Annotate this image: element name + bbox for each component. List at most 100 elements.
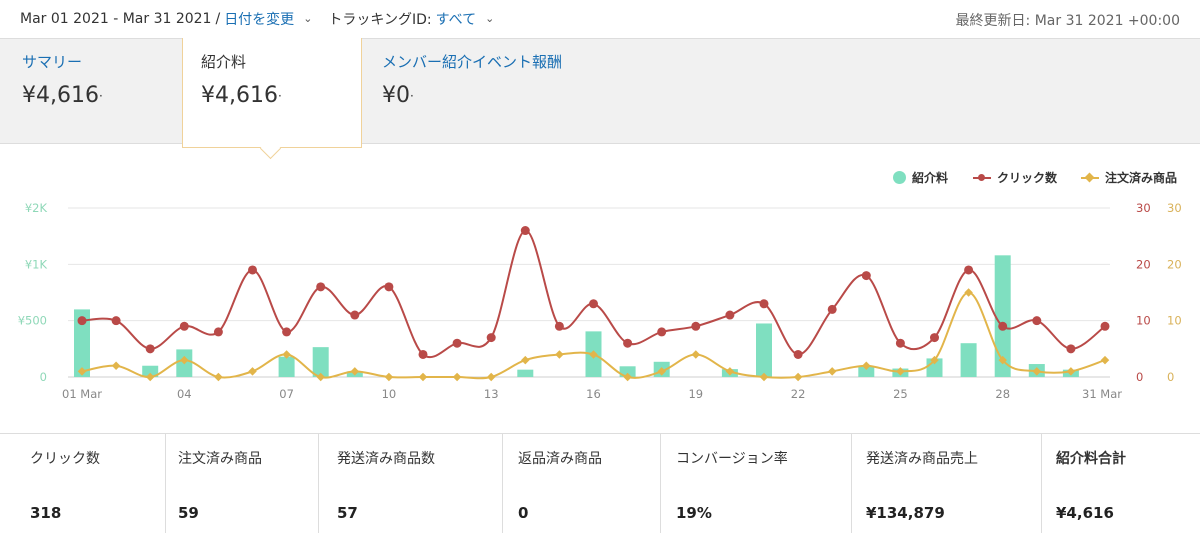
tab-summary-value: ¥4,616· [22, 83, 103, 108]
chevron-down-icon[interactable]: ⌄ [303, 12, 312, 25]
stat-clicks: クリック数 318 [0, 434, 166, 533]
y-right-orders-tick-label: 0 [1167, 370, 1174, 384]
y-left-tick-label: 0 [40, 370, 47, 384]
clicks-point [589, 299, 598, 309]
clicks-point [1032, 316, 1042, 326]
clicks-point [998, 321, 1008, 331]
stat-shipped-items-label: 発送済み商品数 [337, 451, 435, 467]
clicks-point [827, 304, 837, 314]
legend-label-referral-fee: 紹介料 [912, 171, 949, 185]
clicks-point [486, 333, 496, 343]
x-tick-label: 28 [995, 387, 1010, 401]
stat-conversion-rate-label: コンバージョン率 [676, 451, 788, 467]
orders-point [248, 367, 257, 376]
clicks-point [77, 316, 87, 326]
stat-ordered-items: 注文済み商品 59 [166, 434, 319, 533]
y-right-clicks-tick-label: 20 [1136, 257, 1151, 271]
clicks-point [895, 338, 905, 348]
legend-swatch-referral-fee [893, 171, 906, 184]
clicks-point [350, 310, 360, 320]
legend-item-clicks[interactable]: クリック数 [973, 169, 1057, 186]
clicks-point [452, 338, 462, 348]
clicks-point [384, 282, 394, 292]
y-right-orders-tick-label: 20 [1167, 257, 1182, 271]
x-tick-label: 01 Mar [62, 387, 102, 401]
x-tick-label: 13 [484, 387, 499, 401]
legend-item-orders[interactable]: 注文済み商品 [1081, 169, 1177, 186]
change-date-link[interactable]: 日付を変更 [224, 9, 294, 29]
y-left-tick-label: ¥1K [25, 257, 48, 271]
y-right-clicks-tick-label: 30 [1136, 201, 1151, 215]
y-right-clicks-tick-label: 10 [1136, 314, 1151, 328]
stat-conversion-rate: コンバージョン率 19% [661, 434, 852, 533]
stat-clicks-label: クリック数 [30, 451, 100, 467]
stat-shipped-sales: 発送済み商品売上 ¥134,879 [852, 434, 1042, 533]
orders-point [521, 355, 530, 365]
orders-point [827, 367, 837, 376]
y-left-tick-label: ¥500 [18, 314, 47, 328]
tab-member-referral-event[interactable]: メンバー紹介イベント報酬 ¥0· [362, 39, 662, 143]
stat-referral-fee-total: 紹介料合計 ¥4,616 [1042, 434, 1200, 533]
orders-point [486, 372, 496, 382]
tracking-id-label: トラッキングID: [328, 12, 432, 28]
report-toolbar: Mar 01 2021 - Mar 31 2021 / 日付を変更 ⌄ トラッキ… [0, 0, 1200, 38]
tab-member-referral-event-label: メンバー紹介イベント報酬 [382, 53, 563, 71]
clicks-point [759, 299, 769, 309]
stat-ordered-items-value: 59 [178, 504, 199, 522]
x-tick-label: 31 Mar [1082, 387, 1122, 401]
referral-fee-bar [756, 323, 772, 377]
clicks-point [520, 226, 530, 236]
legend-item-referral-fee[interactable]: 紹介料 [893, 169, 948, 186]
tab-referral-fee[interactable]: 紹介料 ¥4,616· [182, 38, 362, 160]
clicks-point [691, 321, 701, 331]
x-tick-label: 25 [893, 387, 908, 401]
stat-referral-fee-total-value: ¥4,616 [1056, 504, 1114, 522]
stat-returned-items: 返品済み商品 0 [503, 434, 661, 533]
tracking-id-dropdown[interactable]: すべて [436, 9, 476, 29]
stat-returned-items-label: 返品済み商品 [518, 451, 602, 467]
clicks-point [554, 321, 564, 331]
referral-fee-bar [312, 347, 329, 377]
stat-referral-fee-total-label: 紹介料合計 [1056, 451, 1126, 467]
clicks-point [248, 265, 257, 275]
referral-fee-bar [517, 369, 534, 377]
date-range-separator: / [215, 11, 221, 27]
stat-conversion-rate-value: 19% [676, 504, 712, 522]
x-tick-label: 04 [177, 387, 192, 401]
stat-returned-items-value: 0 [518, 504, 529, 522]
x-tick-label: 16 [586, 387, 601, 401]
orders-point [964, 288, 973, 297]
chevron-down-icon[interactable]: ⌄ [485, 12, 494, 25]
legend-swatch-orders [1081, 172, 1099, 183]
tab-referral-fee-value: ¥4,616· [201, 83, 282, 108]
clicks-point [179, 321, 189, 331]
earnings-tabs: サマリー ¥4,616· 紹介料 ¥4,616· メンバー紹介イベント報酬 ¥0… [0, 38, 1200, 160]
tab-referral-fee-label: 紹介料 [201, 53, 247, 71]
summary-stats: クリック数 318 注文済み商品 59 発送済み商品数 57 返品済み商品 0 … [0, 433, 1200, 533]
legend-swatch-clicks [973, 173, 991, 183]
clicks-point [964, 265, 974, 275]
last-updated-text: 最終更新日: Mar 31 2021 +00:00 [955, 13, 1180, 29]
clicks-point [145, 344, 155, 354]
referral-fee-bar [960, 343, 977, 377]
orders-point [1100, 355, 1110, 365]
orders-point [691, 350, 701, 359]
stat-ordered-items-label: 注文済み商品 [178, 451, 262, 467]
orders-point [214, 372, 223, 382]
clicks-point [213, 327, 223, 337]
orders-point [452, 372, 462, 382]
stat-clicks-value: 318 [30, 504, 62, 522]
x-tick-label: 22 [791, 387, 806, 401]
stat-shipped-sales-value: ¥134,879 [866, 504, 945, 522]
x-tick-label: 07 [279, 387, 294, 401]
clicks-point [282, 327, 292, 337]
orders-point [555, 350, 564, 359]
earnings-chart: 紹介料 クリック数 注文済み商品 0 0 0 ¥500 10 10 ¥1K 20 20 ¥2K 30… [0, 143, 1200, 433]
orders-point [418, 372, 428, 382]
y-right-orders-tick-label: 10 [1167, 314, 1182, 328]
tab-member-referral-event-value: ¥0· [382, 83, 414, 108]
tab-summary[interactable]: サマリー ¥4,616· [0, 39, 182, 143]
clicks-point [793, 349, 803, 359]
clicks-point [111, 316, 121, 326]
tab-summary-label: サマリー [22, 53, 83, 71]
